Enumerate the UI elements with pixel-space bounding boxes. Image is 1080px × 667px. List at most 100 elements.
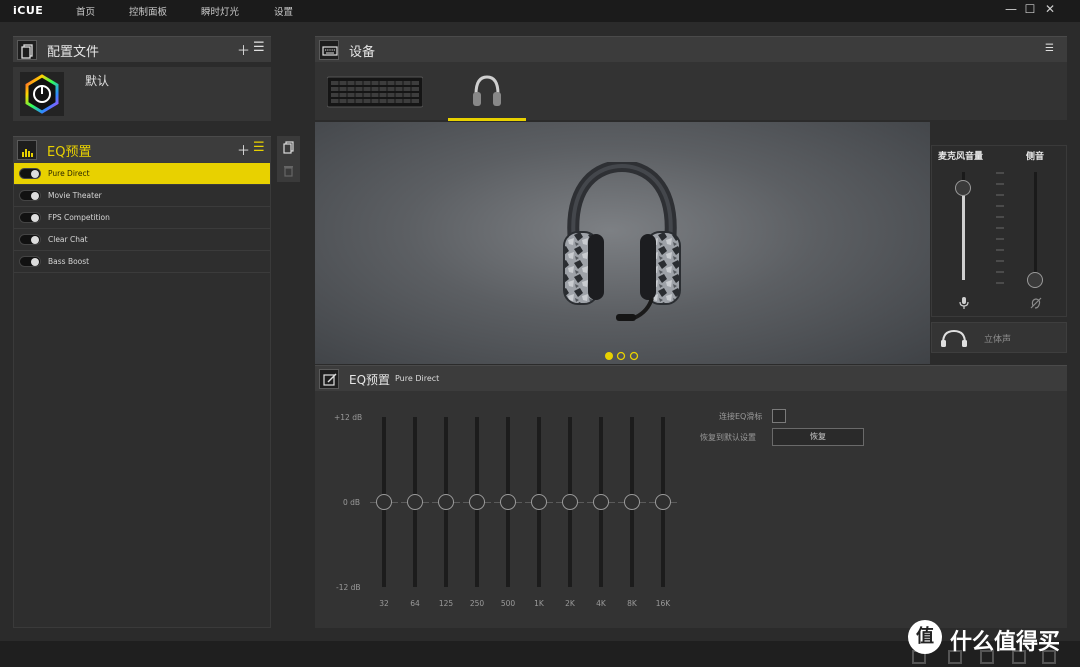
preset-toggle[interactable] xyxy=(19,190,41,201)
preset-toggle[interactable] xyxy=(19,234,41,245)
profiles-title: 配置文件 xyxy=(47,45,100,60)
watermark-text: 什么值得买 xyxy=(950,630,1061,655)
eq-band-knob[interactable] xyxy=(593,494,609,510)
pager-dot[interactable] xyxy=(629,351,639,361)
eq-band-knob[interactable] xyxy=(438,494,454,510)
eq-band-knob[interactable] xyxy=(376,494,392,510)
eq-preset-name: Pure Direct xyxy=(395,374,440,383)
preset-label: Clear Chat xyxy=(48,235,88,244)
eq-presets-title: EQ预置 xyxy=(47,145,92,160)
minimize-icon[interactable]: — xyxy=(1003,2,1019,16)
db-mid-label: 0 dB xyxy=(343,498,361,507)
eq-band-freq-label: 125 xyxy=(438,599,454,608)
preset-toggle[interactable] xyxy=(19,212,41,223)
stereo-label: 立体声 xyxy=(984,335,1012,345)
preset-label: Bass Boost xyxy=(48,257,90,266)
nav-instant-lighting[interactable]: 瞬时灯光 xyxy=(201,4,239,18)
eq-preset-item[interactable]: Bass Boost xyxy=(14,251,270,273)
pager-dot[interactable] xyxy=(616,351,626,361)
eq-band-freq-label: 32 xyxy=(379,599,389,608)
eq-band-knob[interactable] xyxy=(500,494,516,510)
eq-band-knob[interactable] xyxy=(469,494,485,510)
eq-preset-item[interactable]: Clear Chat xyxy=(14,229,270,251)
eq-band-freq-label: 1K xyxy=(534,599,544,608)
nav-home[interactable]: 首页 xyxy=(76,4,95,18)
preset-toggle[interactable] xyxy=(19,168,41,179)
copy-icon[interactable] xyxy=(282,140,295,159)
eq-band-knob[interactable] xyxy=(562,494,578,510)
headphones-icon xyxy=(940,328,968,352)
profiles-icon xyxy=(17,40,37,60)
carousel-pager xyxy=(604,346,644,365)
preset-label: FPS Competition xyxy=(48,213,110,222)
sidetone-knob[interactable] xyxy=(1027,272,1043,288)
reset-default-label: 恢复到默认设置 xyxy=(700,433,756,442)
eq-band-freq-label: 500 xyxy=(500,599,516,608)
devices-menu-icon[interactable]: ☰ xyxy=(1045,43,1054,54)
eq-presets-header: EQ预置 ＋ ☰ xyxy=(13,136,271,162)
link-sliders-label: 连接EQ滑标 xyxy=(719,412,763,421)
eq-preset-list: Pure Direct Movie Theater FPS Competitio… xyxy=(13,162,271,628)
eq-band-freq-label: 16K xyxy=(655,599,671,608)
devices-title: 设备 xyxy=(349,45,376,60)
eq-title: EQ预置 xyxy=(349,373,391,387)
keyboard-icon xyxy=(319,40,339,60)
nav-dashboard[interactable]: 控制面板 xyxy=(129,4,167,18)
pager-dot-active[interactable] xyxy=(605,352,613,360)
eq-band-freq-label: 64 xyxy=(410,599,420,608)
watermark-logo: 值 xyxy=(908,620,942,654)
profile-item[interactable]: 默认 xyxy=(13,67,271,121)
mic-volume-fill xyxy=(962,188,965,280)
microphone-panel: 麦克风音量 侧音 xyxy=(931,145,1067,317)
eq-band-freq-label: 4K xyxy=(596,599,606,608)
device-preview xyxy=(315,122,930,364)
sidetone-track[interactable] xyxy=(1034,172,1037,280)
sidetone-muted-icon xyxy=(1029,295,1043,314)
equalizer-icon xyxy=(17,140,37,160)
presets-menu-icon[interactable]: ☰ xyxy=(253,140,265,155)
mic-volume-label: 麦克风音量 xyxy=(938,152,984,162)
keyboard-device-thumbnail[interactable] xyxy=(326,75,424,113)
eq-preset-item[interactable]: FPS Competition xyxy=(14,207,270,229)
preset-label: Movie Theater xyxy=(48,191,102,200)
preset-toggle[interactable] xyxy=(19,256,41,267)
eq-band-freq-label: 8K xyxy=(627,599,637,608)
db-bottom-label: -12 dB xyxy=(336,583,361,592)
microphone-icon xyxy=(957,295,971,314)
volume-scale xyxy=(996,172,1006,288)
reset-button[interactable]: 恢复 xyxy=(772,428,864,446)
eq-band-freq-label: 250 xyxy=(469,599,485,608)
add-preset-icon[interactable]: ＋ xyxy=(237,140,250,159)
eq-preset-item[interactable]: Pure Direct xyxy=(14,163,270,185)
eq-header: EQ预置 Pure Direct xyxy=(315,365,1067,391)
profiles-header: 配置文件 ＋ ☰ xyxy=(13,36,271,62)
maximize-icon[interactable]: ☐ xyxy=(1022,2,1038,16)
eq-preset-item[interactable]: Movie Theater xyxy=(14,185,270,207)
edit-icon xyxy=(319,369,339,389)
devices-header: 设备 ☰ xyxy=(315,36,1067,62)
add-profile-icon[interactable]: ＋ xyxy=(237,40,250,59)
link-sliders-checkbox[interactable] xyxy=(772,409,786,423)
selected-device-indicator xyxy=(448,118,526,121)
stereo-toggle[interactable]: 立体声 xyxy=(931,322,1067,353)
close-icon[interactable]: ✕ xyxy=(1042,2,1058,16)
preset-side-tools xyxy=(277,136,300,182)
device-strip xyxy=(315,62,1067,120)
trash-icon[interactable] xyxy=(283,162,294,181)
preset-label: Pure Direct xyxy=(48,169,90,178)
eq-band-knob[interactable] xyxy=(655,494,671,510)
icue-logo-icon xyxy=(20,72,64,116)
db-top-label: +12 dB xyxy=(334,413,363,422)
eq-band-knob[interactable] xyxy=(407,494,423,510)
mic-volume-knob[interactable] xyxy=(955,180,971,197)
profile-name: 默认 xyxy=(85,74,110,88)
eq-band-knob[interactable] xyxy=(624,494,640,510)
nav-settings[interactable]: 设置 xyxy=(274,4,293,18)
sidetone-label: 侧音 xyxy=(1026,152,1045,162)
headset-image xyxy=(560,159,684,332)
profiles-menu-icon[interactable]: ☰ xyxy=(253,40,265,55)
title-bar: iCUE 首页 控制面板 瞬时灯光 设置 — ☐ ✕ xyxy=(0,0,1080,22)
eq-band-freq-label: 2K xyxy=(565,599,575,608)
headset-device-thumbnail[interactable] xyxy=(472,74,502,114)
eq-band-knob[interactable] xyxy=(531,494,547,510)
